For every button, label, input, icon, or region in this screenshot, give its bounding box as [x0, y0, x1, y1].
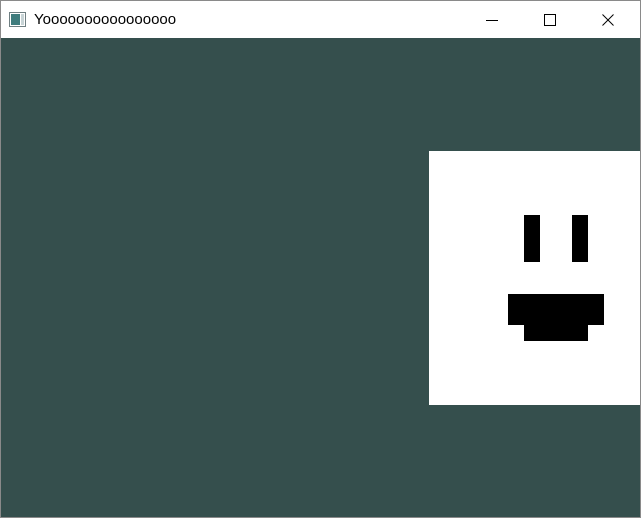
mouth-upper: [508, 294, 604, 325]
right-eye: [572, 215, 588, 262]
app-window: Yoooooooooooooooo: [0, 0, 641, 518]
smiley-face-sprite: [429, 151, 640, 405]
left-eye: [524, 215, 540, 262]
close-icon: [602, 13, 614, 26]
mouth-lower: [524, 325, 588, 341]
title-bar[interactable]: Yoooooooooooooooo: [1, 1, 640, 38]
minimize-icon: [486, 19, 498, 21]
window-title: Yoooooooooooooooo: [34, 11, 177, 28]
close-button[interactable]: [585, 1, 631, 38]
maximize-icon: [544, 13, 556, 26]
app-window-icon: [9, 12, 26, 27]
maximize-button[interactable]: [527, 1, 573, 38]
minimize-button[interactable]: [469, 1, 515, 38]
game-canvas[interactable]: [1, 38, 640, 517]
